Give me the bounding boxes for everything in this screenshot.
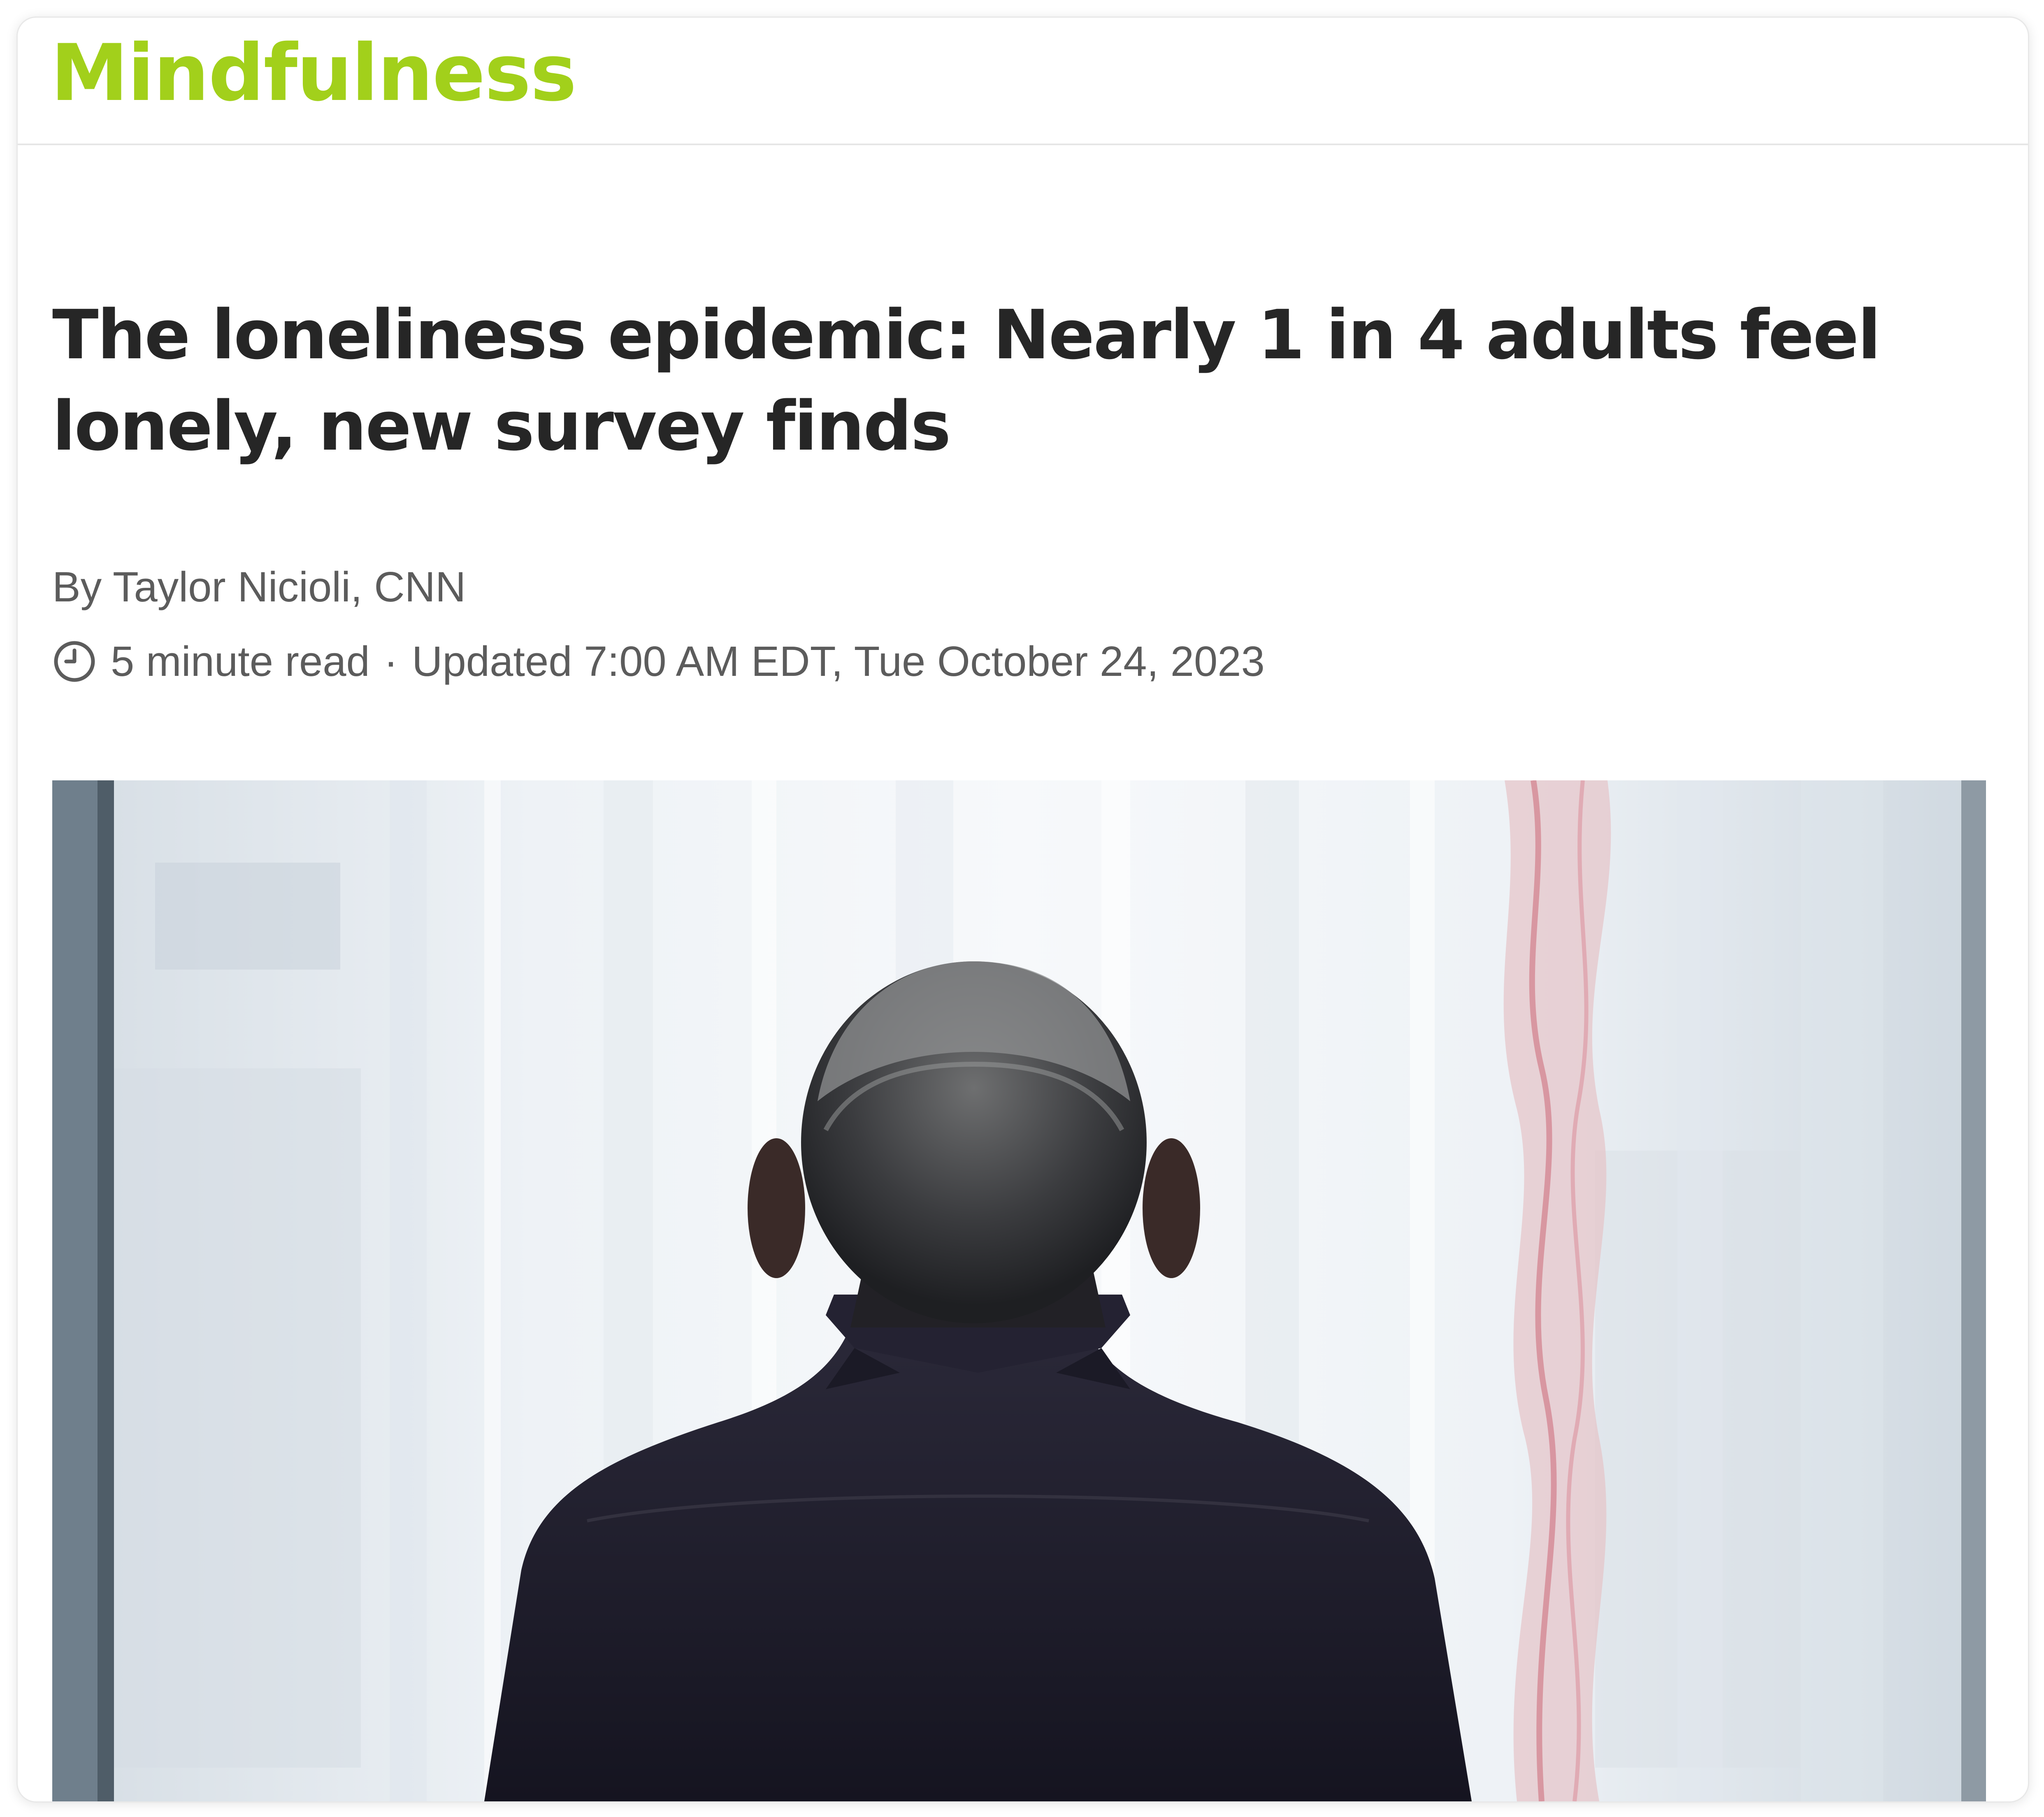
hero-image[interactable]: [52, 780, 1986, 1801]
read-time: 5 minute read: [111, 638, 370, 685]
section-header: Mindfulness: [18, 18, 2028, 145]
article-byline[interactable]: By Taylor Nicioli, CNN: [52, 562, 466, 613]
updated-timestamp: Updated 7:00 AM EDT, Tue October 24, 202…: [412, 638, 1265, 685]
article-headline: The loneliness epidemic: Nearly 1 in 4 a…: [52, 295, 1881, 466]
photo-man-at-window: [52, 780, 1986, 1801]
meta-separator: ·: [383, 638, 398, 685]
section-name-link[interactable]: Mindfulness: [51, 30, 577, 116]
article-meta: 5 minute read · Updated 7:00 AM EDT, Tue…: [52, 635, 1265, 688]
clock-icon: [54, 641, 95, 682]
article-card: Mindfulness The loneliness epidemic: Nea…: [16, 16, 2029, 1803]
